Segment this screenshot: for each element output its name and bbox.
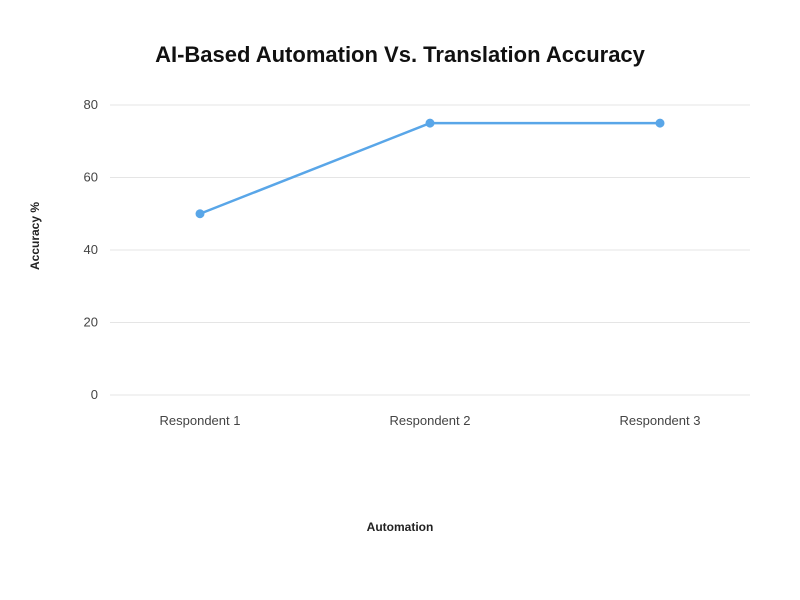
chart-title: AI-Based Automation Vs. Translation Accu… (0, 0, 800, 68)
chart-svg: 0 20 40 60 80 Respondent 1 Respondent 2 Respond… (60, 95, 760, 475)
series-line (200, 123, 660, 214)
chart-plot-area: 0 20 40 60 80 Respondent 1 Respondent 2 Respond… (60, 95, 760, 445)
data-point (196, 209, 205, 218)
y-tick-label: 0 (91, 387, 98, 402)
y-axis-label: Accuracy % (28, 202, 42, 270)
x-tick-label: Respondent 2 (390, 413, 471, 428)
data-point (426, 119, 435, 128)
y-tick-label: 80 (84, 97, 98, 112)
x-axis-label: Automation (0, 520, 800, 534)
y-tick-label: 40 (84, 242, 98, 257)
x-tick-label: Respondent 1 (160, 413, 241, 428)
y-tick-label: 20 (84, 315, 98, 330)
data-point (656, 119, 665, 128)
x-tick-label: Respondent 3 (620, 413, 701, 428)
y-tick-label: 60 (84, 170, 98, 185)
